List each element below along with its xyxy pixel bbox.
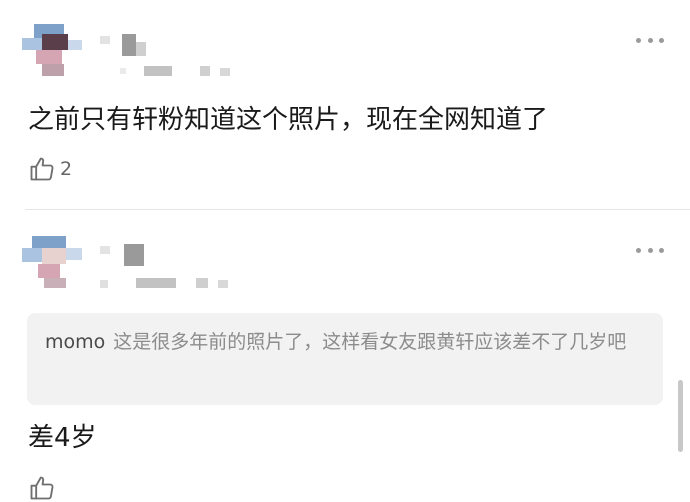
username[interactable] <box>100 244 160 266</box>
quoted-reply[interactable]: momo 这是很多年前的照片了，这样看女友跟黄轩应该差不了几岁吧 <box>27 313 663 405</box>
scrollbar[interactable] <box>678 380 683 452</box>
avatar[interactable] <box>22 18 92 78</box>
username[interactable] <box>100 34 160 56</box>
comment-text: 差4岁 <box>28 423 97 453</box>
more-dots-icon <box>636 247 641 253</box>
like-count: 2 <box>60 158 73 180</box>
comment-item: 之前只有轩粉知道这个照片，现在全网知道了 2 <box>0 0 690 210</box>
thumbs-up-icon <box>30 476 54 500</box>
like-button[interactable] <box>28 474 56 502</box>
comment-meta <box>120 66 240 78</box>
more-options-button[interactable] <box>636 246 664 254</box>
more-options-button[interactable] <box>636 36 664 44</box>
more-dots-icon <box>636 37 641 43</box>
quote-author[interactable]: momo <box>45 331 105 353</box>
like-button[interactable]: 2 <box>28 155 72 183</box>
avatar[interactable] <box>22 232 92 292</box>
thumbs-up-icon <box>30 157 54 181</box>
quote-text: 这是很多年前的照片了，这样看女友跟黄轩应该差不了几岁吧 <box>113 331 627 353</box>
comment-meta <box>100 278 240 290</box>
comment-text: 之前只有轩粉知道这个照片，现在全网知道了 <box>28 105 549 135</box>
